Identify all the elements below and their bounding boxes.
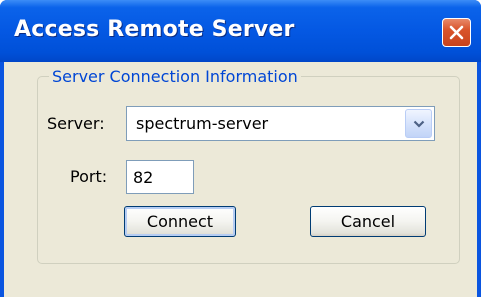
groupbox-title: Server Connection Information bbox=[49, 67, 301, 86]
title-bar[interactable]: Access Remote Server bbox=[0, 0, 481, 62]
server-dropdown-button[interactable] bbox=[405, 109, 432, 138]
close-icon bbox=[449, 25, 464, 40]
server-label: Server: bbox=[47, 114, 105, 133]
dialog-body: Server Connection Information Server: sp… bbox=[4, 62, 477, 297]
port-input[interactable] bbox=[126, 160, 194, 194]
cancel-button[interactable]: Cancel bbox=[310, 206, 426, 237]
chevron-down-icon bbox=[413, 120, 425, 128]
window-title: Access Remote Server bbox=[14, 17, 295, 42]
server-combobox-value: spectrum-server bbox=[136, 114, 269, 133]
close-button[interactable] bbox=[442, 18, 471, 47]
dialog-window: Access Remote Server Server Connection I… bbox=[0, 0, 481, 297]
connect-button[interactable]: Connect bbox=[124, 206, 236, 237]
port-label: Port: bbox=[70, 167, 108, 186]
server-combobox[interactable]: spectrum-server bbox=[126, 106, 435, 141]
